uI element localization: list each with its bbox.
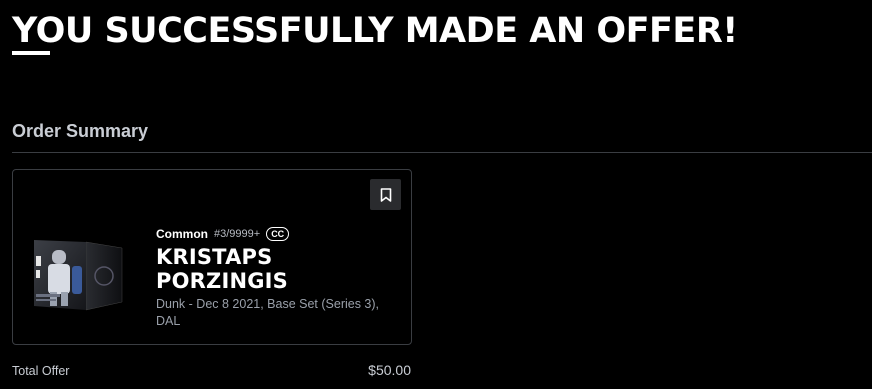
moment-info: Common #3/9999+ CC KRISTAPS PORZINGIS Du… [156,225,401,330]
total-offer-value: $50.00 [368,362,411,378]
order-summary-title: Order Summary [12,121,149,141]
player-name: KRISTAPS PORZINGIS [156,245,289,293]
page-headline: YOU SUCCESSFULLY MADE AN OFFER! [12,11,738,51]
section-divider [12,152,872,153]
cc-badge: CC [266,227,290,241]
bookmark-button[interactable] [370,179,401,210]
rarity-label: Common [156,227,208,241]
offer-confirmation-page: YOU SUCCESSFULLY MADE AN OFFER! Order Su… [0,0,872,389]
moment-description: Dunk - Dec 8 2021, Base Set (Series 3), … [156,297,380,328]
moment-card[interactable]: Common #3/9999+ CC KRISTAPS PORZINGIS Du… [12,169,412,345]
serial-number: #3/9999+ [214,228,261,240]
moment-card-thumbnail[interactable] [30,236,124,314]
total-offer-label: Total Offer [12,364,70,378]
moment-meta-row: Common #3/9999+ CC [156,225,401,243]
headline-underline-accent [12,51,50,55]
bookmark-icon [380,187,391,202]
